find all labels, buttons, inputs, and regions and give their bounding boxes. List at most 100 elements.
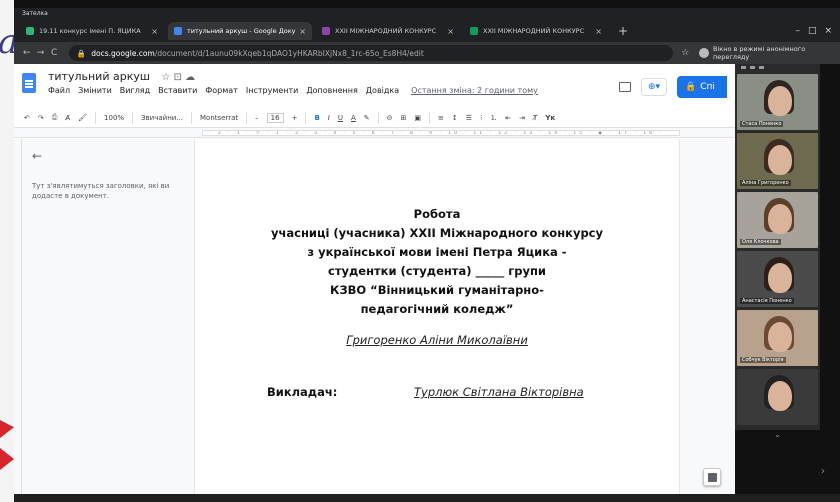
font-size-input[interactable]: 16 (266, 112, 284, 123)
font-size-decrease-button[interactable]: – (255, 114, 259, 122)
horizontal-ruler: · 2 · 1 · ▽ · 1 · 2 · 3 · 4 · 5 · 6 · 7 … (14, 128, 735, 138)
participant-face (767, 204, 792, 234)
comment-icon[interactable]: ⊞ (401, 114, 407, 122)
numbered-list-icon[interactable]: ⒈ (490, 113, 497, 123)
maximize-button[interactable]: □ (808, 26, 817, 36)
present-button[interactable]: ⊕▾ (641, 78, 667, 96)
tab-favicon-icon (322, 27, 330, 35)
participant-face (767, 381, 792, 411)
align-icon[interactable]: ≡ (438, 114, 444, 122)
reload-icon[interactable]: C (47, 48, 61, 58)
last-edit-link[interactable]: Остання зміна: 2 години тому (411, 86, 538, 95)
title-block: Робота учасниці (учасника) ХХІІ Міжнарод… (195, 205, 679, 319)
close-icon[interactable]: × (595, 27, 602, 36)
participant-face (767, 145, 792, 175)
explore-button[interactable] (703, 468, 721, 486)
ruler-track[interactable]: · 2 · 1 · ▽ · 1 · 2 · 3 · 4 · 5 · 6 · 7 … (202, 130, 680, 136)
indent-decrease-icon[interactable]: ⇤ (505, 114, 511, 122)
bullet-list-icon[interactable]: ⁝ (480, 114, 482, 122)
menu-help[interactable]: Довідка (366, 86, 399, 95)
participant-tile[interactable]: Оля Клочкова (737, 192, 818, 248)
browser-tab[interactable]: 19.11 конкурс імені П. ЯЦИКА × (20, 22, 164, 40)
layout-icon[interactable] (759, 66, 764, 69)
document-canvas: ← Тут з'являтимуться заголовки, які ви д… (14, 139, 735, 494)
document-page[interactable]: Робота учасниці (учасника) ХХІІ Міжнарод… (194, 139, 680, 494)
image-icon[interactable]: ▣ (414, 114, 421, 122)
teacher-label: Викладач: (267, 385, 338, 399)
menu-tools[interactable]: Інструменти (246, 86, 299, 95)
close-window-button[interactable]: × (824, 26, 832, 36)
link-icon[interactable]: ⊝ (387, 114, 393, 122)
vertical-ruler (14, 139, 22, 494)
explore-icon (707, 472, 717, 482)
close-icon[interactable]: × (299, 27, 306, 36)
browser-tab-active[interactable]: титульний аркуш - Google Доку × (168, 22, 312, 40)
edit-mode-select[interactable]: Yк (545, 114, 555, 122)
participant-name: Анастасія Поненко (740, 298, 794, 304)
participant-tile[interactable]: Аліна Григоренко (737, 133, 818, 189)
print-icon[interactable]: ⎙ (52, 113, 58, 122)
browser-tab[interactable]: ХХІІ МІЖНАРОДНИЙ КОНКУРС × (316, 22, 460, 40)
checklist-icon[interactable]: ☰ (466, 114, 472, 122)
scroll-down-icon[interactable]: ⌄ (735, 428, 820, 442)
text-color-button[interactable]: A (351, 114, 356, 122)
menu-file[interactable]: Файл (48, 86, 70, 95)
menu-addons[interactable]: Доповнення (306, 86, 357, 95)
doc-title[interactable]: титульний аркуш (48, 70, 150, 83)
google-docs-window: титульний аркуш ☆ ⊡ ☁ Файл Змінити Вигля… (14, 64, 735, 494)
paint-format-icon[interactable]: 🖌 (78, 114, 87, 122)
outline-back-icon[interactable]: ← (32, 149, 42, 163)
participant-tile[interactable] (737, 369, 818, 425)
minimize-button[interactable]: – (795, 26, 800, 36)
zoom-select[interactable]: 100% (104, 114, 124, 122)
close-icon[interactable]: × (151, 27, 158, 36)
style-select[interactable]: Звичайни... (141, 114, 183, 122)
close-icon[interactable]: × (447, 27, 454, 36)
layout-icon[interactable] (750, 66, 755, 69)
share-button[interactable]: 🔒 Спі (677, 76, 727, 98)
underline-button[interactable]: U (338, 114, 343, 122)
participant-tile[interactable]: Собчук Вікторія (737, 310, 818, 366)
url-domain: docs.google.com (91, 48, 155, 58)
header-actions: ⊕▾ 🔒 Спі (619, 76, 727, 98)
indent-increase-icon[interactable]: ⇥ (519, 114, 525, 122)
browser-tab[interactable]: ХХІІ МІЖНАРОДНИЙ КОНКУРС × (464, 22, 608, 40)
highlight-icon[interactable]: ✎ (364, 114, 370, 122)
comment-history-icon[interactable] (619, 82, 631, 92)
tab-label: 19.11 конкурс імені П. ЯЦИКА (39, 27, 141, 35)
menu-edit[interactable]: Змінити (78, 86, 112, 95)
clear-format-icon[interactable]: T̸ (533, 114, 537, 122)
line-spacing-icon[interactable]: ↕ (452, 114, 458, 122)
teacher-name: Турлюк Світлана Вікторівна (414, 385, 584, 399)
participant-tile[interactable]: Стаса Поненко (737, 74, 818, 130)
outline-placeholder: Тут з'являтимуться заголовки, які ви дод… (32, 182, 170, 200)
url-input[interactable]: 🔒 docs.google.com /document/d/1aunu09kXq… (68, 45, 674, 61)
back-icon[interactable]: ← (20, 48, 34, 58)
docs-header: титульний аркуш ☆ ⊡ ☁ Файл Змінити Вигля… (14, 64, 735, 108)
layout-icon[interactable] (741, 66, 746, 69)
undo-icon[interactable]: ↶ (24, 114, 30, 122)
italic-button[interactable]: I (328, 114, 330, 122)
spellcheck-icon[interactable]: A̸ (65, 114, 70, 122)
left-decoration: a (0, 0, 18, 502)
forward-icon[interactable]: → (34, 48, 48, 58)
chevron-right-icon[interactable]: › (821, 466, 825, 477)
toolbar-divider (191, 111, 193, 124)
font-size-increase-button[interactable]: + (292, 114, 298, 122)
new-tab-button[interactable]: + (618, 24, 628, 38)
docs-logo-icon[interactable] (22, 73, 36, 93)
participant-name: Стаса Поненко (740, 121, 784, 127)
star-icon[interactable]: ☆ (681, 48, 689, 58)
title-icons[interactable]: ☆ ⊡ ☁ (161, 72, 195, 83)
bold-button[interactable]: B (314, 114, 319, 122)
menu-view[interactable]: Вигляд (120, 86, 150, 95)
menu-format[interactable]: Формат (205, 86, 237, 95)
menu-insert[interactable]: Вставити (158, 86, 197, 95)
font-select[interactable]: Montserrat (200, 114, 238, 122)
incognito-label: Вікно в режимі анонімного перегляду (713, 45, 806, 61)
incognito-indicator[interactable]: Вікно в режимі анонімного перегляду (699, 45, 840, 61)
toolbar-divider (377, 111, 379, 124)
docs-favicon-icon (174, 27, 182, 35)
redo-icon[interactable]: ↷ (38, 114, 44, 122)
participant-tile[interactable]: Анастасія Поненко (737, 251, 818, 307)
